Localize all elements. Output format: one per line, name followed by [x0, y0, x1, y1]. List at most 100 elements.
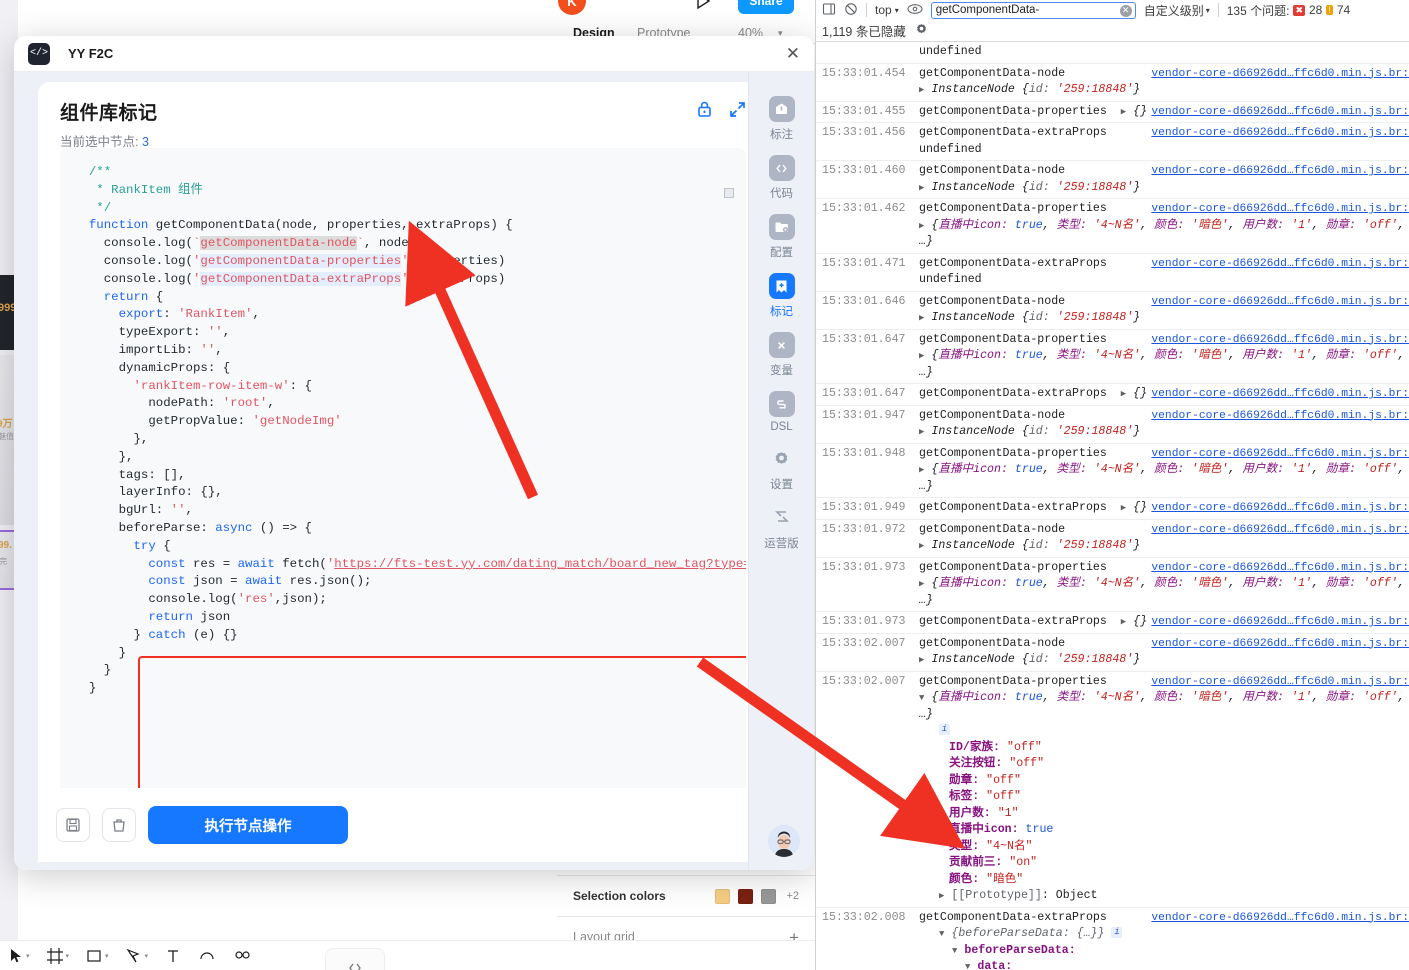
- console-log-row[interactable]: 15:33:01.460getComponentData-node▶ Insta…: [816, 161, 1409, 199]
- log-source-link[interactable]: vendor-core-d66926dd…ffc6d0.min.js.br:: [1151, 446, 1409, 463]
- log-inline-object[interactable]: {}: [1133, 501, 1147, 514]
- console-log-row[interactable]: 15:33:01.973getComponentData-properties▶…: [816, 558, 1409, 613]
- expand-icon[interactable]: [729, 101, 746, 118]
- selection-colors-more[interactable]: +2: [786, 890, 799, 902]
- figma-user-avatar[interactable]: K: [558, 0, 586, 15]
- chevron-down-icon[interactable]: ▾: [66, 952, 70, 960]
- sidebar-item-dsl[interactable]: DSL: [757, 391, 807, 433]
- log-object-preview[interactable]: ▶ InstanceNode {id: '259:18848'}: [919, 310, 1409, 327]
- console-settings-icon[interactable]: [914, 22, 929, 40]
- comment-tool[interactable]: [190, 947, 224, 965]
- log-beforeparsedata-row[interactable]: ▼ beforeParseData:: [919, 943, 1409, 960]
- delete-button[interactable]: [102, 808, 136, 842]
- log-source-link[interactable]: vendor-core-d66926dd…ffc6d0.min.js.br:: [1151, 500, 1409, 517]
- console-log-row[interactable]: 15:33:01.462getComponentData-properties▶…: [816, 199, 1409, 254]
- issues-summary[interactable]: 135 个问题: ✖ 28 ! 74: [1227, 2, 1350, 19]
- color-swatch-3[interactable]: [761, 889, 776, 904]
- code-editor-scroll[interactable]: /** * RankItem 组件 */ function getCompone…: [60, 148, 746, 808]
- log-data-row[interactable]: ▼ data:: [919, 959, 1409, 970]
- log-source-link[interactable]: vendor-core-d66926dd…ffc6d0.min.js.br:: [1151, 201, 1409, 218]
- text-tool[interactable]: [156, 947, 190, 965]
- console-log-row[interactable]: 15:33:01.454getComponentData-node▶ Insta…: [816, 64, 1409, 102]
- frame-tool[interactable]: ▾: [38, 947, 78, 965]
- log-source-link[interactable]: vendor-core-d66926dd…ffc6d0.min.js.br:: [1151, 636, 1409, 653]
- log-source-link[interactable]: vendor-core-d66926dd…ffc6d0.min.js.br:: [1151, 560, 1409, 577]
- sidebar-item-mark[interactable]: 标记: [757, 273, 807, 319]
- console-log-row[interactable]: 15:33:02.008getComponentData-extraProps▼…: [816, 908, 1409, 970]
- log-object-header[interactable]: ▼ {beforeParseData: {…}} i: [919, 926, 1409, 943]
- console-log-row[interactable]: 15:33:01.647getComponentData-extraProps …: [816, 384, 1409, 406]
- log-object-preview[interactable]: ▶ {直播中icon: true, 类型: '4~N名', 颜色: '暗色', …: [919, 576, 1409, 609]
- console-log-list[interactable]: undefined15:33:01.454getComponentData-no…: [816, 42, 1409, 970]
- log-source-link[interactable]: vendor-core-d66926dd…ffc6d0.min.js.br:: [1151, 332, 1409, 349]
- log-object-preview[interactable]: ▶ InstanceNode {id: '259:18848'}: [919, 180, 1409, 197]
- color-swatch-2[interactable]: [738, 889, 753, 904]
- log-source-link[interactable]: vendor-core-d66926dd…ffc6d0.min.js.br:: [1151, 163, 1409, 180]
- log-source-link[interactable]: vendor-core-d66926dd…ffc6d0.min.js.br:: [1151, 386, 1409, 403]
- log-object-preview-expanded[interactable]: ▼ {直播中icon: true, 类型: '4~N名', 颜色: '暗色', …: [919, 690, 1409, 723]
- close-icon[interactable]: ✕: [786, 45, 800, 62]
- console-log-row[interactable]: 15:33:01.647getComponentData-properties▶…: [816, 330, 1409, 385]
- log-object-preview[interactable]: ▶ {直播中icon: true, 类型: '4~N名', 颜色: '暗色', …: [919, 348, 1409, 381]
- log-inline-object[interactable]: {}: [1133, 387, 1147, 400]
- log-object-preview[interactable]: ▶ {直播中icon: true, 类型: '4~N名', 颜色: '暗色', …: [919, 218, 1409, 251]
- log-inline-object[interactable]: {}: [1133, 105, 1147, 118]
- console-log-row[interactable]: 15:33:01.646getComponentData-node▶ Insta…: [816, 292, 1409, 330]
- shape-tool[interactable]: ▾: [77, 947, 117, 965]
- chevron-down-icon[interactable]: ▾: [145, 952, 149, 960]
- console-log-row[interactable]: 15:33:01.972getComponentData-node▶ Insta…: [816, 520, 1409, 558]
- console-log-row[interactable]: 15:33:01.455getComponentData-properties …: [816, 102, 1409, 124]
- log-source-link[interactable]: vendor-core-d66926dd…ffc6d0.min.js.br:: [1151, 66, 1409, 83]
- console-log-row[interactable]: 15:33:01.456getComponentData-extraPropsu…: [816, 123, 1409, 161]
- execute-node-action-button[interactable]: 执行节点操作: [148, 806, 348, 844]
- console-log-row[interactable]: 15:33:01.949getComponentData-extraProps …: [816, 498, 1409, 520]
- lock-icon[interactable]: [696, 100, 713, 118]
- actions-tool[interactable]: [224, 947, 260, 965]
- sidebar-item-code[interactable]: 代码: [757, 155, 807, 201]
- clear-filter-icon[interactable]: ✕: [1120, 5, 1132, 17]
- console-log-row[interactable]: 15:33:01.471getComponentData-extraPropsu…: [816, 254, 1409, 292]
- log-source-link[interactable]: vendor-core-d66926dd…ffc6d0.min.js.br:: [1151, 614, 1409, 631]
- pen-tool[interactable]: ▾: [117, 947, 157, 965]
- log-object-preview[interactable]: ▶ InstanceNode {id: '259:18848'}: [919, 652, 1409, 669]
- log-object-preview[interactable]: ▶ InstanceNode {id: '259:18848'}: [919, 82, 1409, 99]
- execution-context-selector[interactable]: top ▾: [875, 3, 899, 17]
- save-button[interactable]: [56, 808, 90, 842]
- console-log-row[interactable]: 15:33:02.007getComponentData-properties▼…: [816, 672, 1409, 908]
- console-log-row[interactable]: 15:33:01.973getComponentData-extraProps …: [816, 612, 1409, 634]
- log-level-selector[interactable]: 自定义级别 ▾: [1144, 2, 1210, 19]
- share-button[interactable]: Share: [738, 0, 794, 14]
- canvas-thumb-grey-1[interactable]: 9万 魅值: [0, 355, 14, 525]
- canvas-thumb-grey-2[interactable]: 99. 完: [0, 530, 14, 590]
- sidebar-item-annotate[interactable]: 标注: [757, 96, 807, 142]
- log-source-link[interactable]: vendor-core-d66926dd…ffc6d0.min.js.br:: [1151, 104, 1409, 121]
- console-log-row[interactable]: 15:33:02.007getComponentData-node▶ Insta…: [816, 634, 1409, 672]
- canvas-thumb-dark[interactable]: 999: [0, 275, 14, 350]
- sidebar-item-settings[interactable]: 设置: [757, 446, 807, 492]
- log-source-link[interactable]: vendor-core-d66926dd…ffc6d0.min.js.br:: [1151, 256, 1409, 273]
- log-prototype-row[interactable]: ▶ [[Prototype]]: Object: [919, 888, 1409, 905]
- sidebar-item-config[interactable]: 配置: [757, 214, 807, 260]
- move-tool[interactable]: ▾: [0, 948, 38, 964]
- color-swatch-1[interactable]: [715, 889, 730, 904]
- sidebar-item-variable[interactable]: 变量: [757, 332, 807, 378]
- log-object-preview[interactable]: ▶ InstanceNode {id: '259:18848'}: [919, 424, 1409, 441]
- present-play-icon[interactable]: [693, 0, 713, 11]
- code-editor[interactable]: /** * RankItem 组件 */ function getCompone…: [60, 148, 746, 808]
- chevron-down-icon[interactable]: ▾: [26, 952, 30, 960]
- console-log-row[interactable]: undefined: [816, 42, 1409, 64]
- log-object-preview[interactable]: ▶ InstanceNode {id: '259:18848'}: [919, 538, 1409, 555]
- code-fold-marker[interactable]: [724, 188, 734, 198]
- plugin-code-badge[interactable]: [325, 948, 385, 970]
- log-source-link[interactable]: vendor-core-d66926dd…ffc6d0.min.js.br:: [1151, 674, 1409, 691]
- code-content[interactable]: /** * RankItem 组件 */ function getCompone…: [60, 164, 746, 698]
- log-source-link[interactable]: vendor-core-d66926dd…ffc6d0.min.js.br:: [1151, 125, 1409, 142]
- log-source-link[interactable]: vendor-core-d66926dd…ffc6d0.min.js.br:: [1151, 910, 1409, 927]
- chevron-down-icon[interactable]: ▾: [105, 952, 109, 960]
- dock-side-icon[interactable]: [822, 2, 836, 19]
- log-source-link[interactable]: vendor-core-d66926dd…ffc6d0.min.js.br:: [1151, 408, 1409, 425]
- console-log-row[interactable]: 15:33:01.948getComponentData-properties▶…: [816, 444, 1409, 499]
- eye-icon[interactable]: [907, 3, 923, 18]
- sidebar-item-ops[interactable]: 运营版: [757, 505, 807, 551]
- log-inline-object[interactable]: {}: [1133, 615, 1147, 628]
